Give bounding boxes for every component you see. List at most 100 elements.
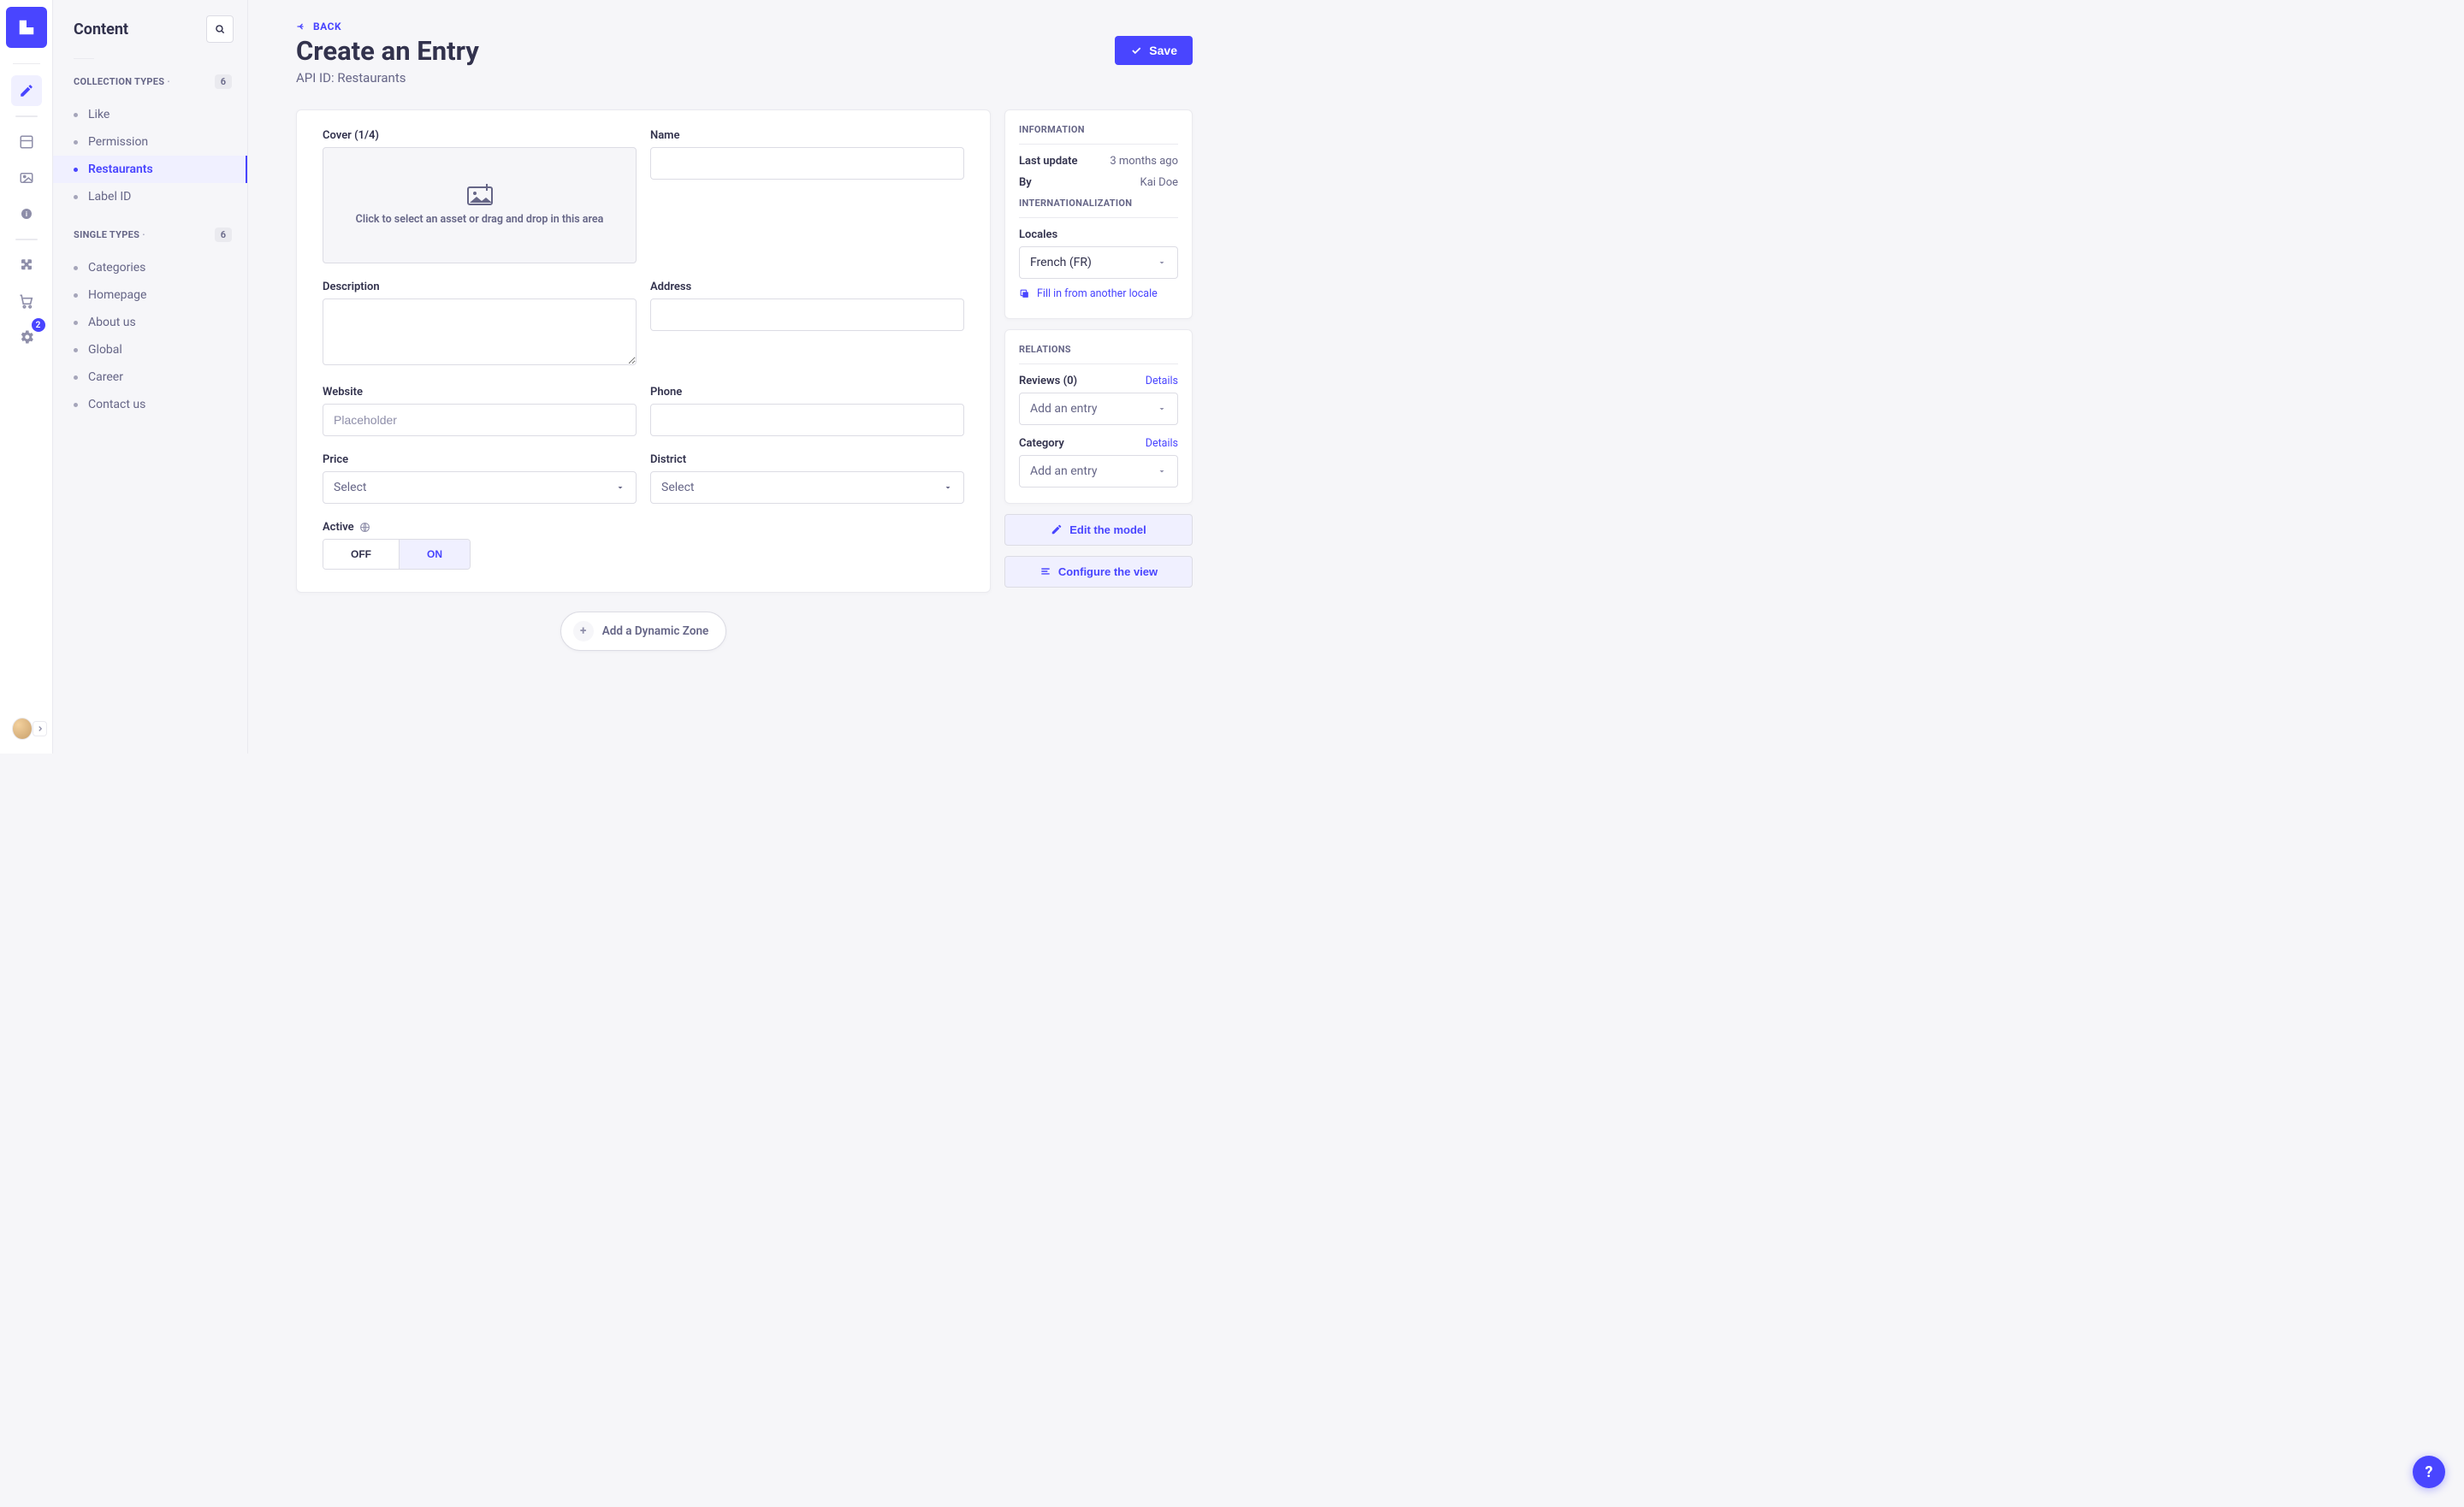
nav-rail: i 2 (0, 0, 53, 754)
collection-types-count: 6 (215, 74, 232, 89)
add-dynamic-zone-label: Add a Dynamic Zone (602, 624, 709, 638)
divider (13, 63, 40, 64)
back-link[interactable]: BACK (296, 21, 341, 33)
back-label: BACK (313, 21, 341, 33)
page-subtitle: API ID: Restaurants (296, 70, 479, 86)
entry-form: Cover (1/4) Click to select an asset or … (296, 109, 991, 593)
information-header: Information (1019, 124, 1178, 145)
content-sidebar: Content Collection Types 6 LikePermissio… (53, 0, 248, 754)
name-input[interactable] (650, 147, 964, 180)
main-content: BACK Create an Entry API ID: Restaurants… (248, 0, 1232, 754)
sidebar-item[interactable]: Restaurants (53, 156, 247, 183)
collection-types-label: Collection Types (74, 76, 170, 87)
sidebar-item-label: Restaurants (88, 163, 153, 176)
active-on-button[interactable]: ON (400, 540, 470, 569)
page-title: Create an Entry (296, 36, 479, 67)
reviews-add-select[interactable]: Add an entry (1019, 393, 1178, 425)
sidebar-item-label: Global (88, 343, 122, 357)
locale-value: French (FR) (1030, 256, 1092, 269)
district-label: District (650, 453, 964, 466)
collection-list: Like Permission Restaurants Label ID (53, 94, 247, 222)
by-value: Kai Doe (1140, 176, 1178, 189)
sidebar-item-label: Contact us (88, 398, 145, 411)
information-card: Information Last update 3 months ago By … (1004, 109, 1193, 319)
website-label: Website (323, 386, 637, 399)
category-add-select[interactable]: Add an entry (1019, 455, 1178, 488)
nav-gap (15, 115, 38, 117)
locales-label: Locales (1019, 228, 1178, 241)
plus-icon: + (573, 621, 594, 641)
last-update-value: 3 months ago (1110, 155, 1178, 168)
by-label: By (1019, 176, 1032, 189)
district-value: Select (661, 481, 694, 494)
bullet-icon (74, 293, 78, 298)
expand-rail-button[interactable] (33, 721, 47, 736)
copy-icon (1019, 288, 1030, 299)
sidebar-item[interactable]: Global (53, 336, 247, 363)
sidebar-item[interactable]: Categories (53, 254, 247, 281)
active-label: Active (323, 521, 354, 534)
configure-view-label: Configure the view (1058, 565, 1158, 578)
nav-media-icon[interactable] (11, 163, 42, 193)
sidebar-item[interactable]: Career (53, 363, 247, 391)
relations-header: Relations (1019, 344, 1178, 364)
svg-text:i: i (25, 210, 27, 219)
sidebar-item-label: Categories (88, 261, 145, 275)
chevron-down-icon (943, 482, 953, 493)
last-update-label: Last update (1019, 155, 1078, 168)
configure-view-button[interactable]: Configure the view (1004, 556, 1193, 588)
save-button[interactable]: Save (1115, 36, 1193, 65)
user-avatar[interactable] (12, 718, 33, 740)
reviews-details-link[interactable]: Details (1146, 375, 1178, 387)
phone-input[interactable] (650, 404, 964, 436)
sidebar-item[interactable]: Homepage (53, 281, 247, 309)
district-select[interactable]: Select (650, 471, 964, 504)
phone-label: Phone (650, 386, 964, 399)
chevron-down-icon (1157, 404, 1167, 414)
single-types-label: Single Types (74, 229, 145, 240)
help-button[interactable]: ? (2413, 1456, 2445, 1488)
single-types-count: 6 (215, 228, 232, 242)
cover-dropzone[interactable]: Click to select an asset or drag and dro… (323, 147, 637, 263)
active-toggle: OFF ON (323, 539, 471, 570)
nav-content-icon[interactable] (11, 75, 42, 106)
price-label: Price (323, 453, 637, 466)
chevron-down-icon (1157, 466, 1167, 476)
website-input[interactable] (323, 404, 637, 436)
nav-plugins-icon[interactable] (11, 250, 42, 281)
chevron-down-icon (615, 482, 625, 493)
sidebar-item-label: Homepage (88, 288, 146, 302)
locale-select[interactable]: French (FR) (1019, 246, 1178, 279)
reviews-label: Reviews (0) (1019, 375, 1077, 387)
category-details-link[interactable]: Details (1146, 437, 1178, 450)
add-dynamic-zone-button[interactable]: + Add a Dynamic Zone (560, 612, 727, 651)
nav-info-icon[interactable]: i (11, 198, 42, 229)
active-off-button[interactable]: OFF (323, 540, 400, 569)
sidebar-item[interactable]: Permission (53, 128, 247, 156)
category-label: Category (1019, 437, 1064, 450)
nav-settings-icon[interactable]: 2 (11, 322, 42, 352)
nav-marketplace-icon[interactable] (11, 286, 42, 316)
sidebar-item[interactable]: Contact us (53, 391, 247, 418)
sidebar-item[interactable]: Label ID (53, 183, 247, 210)
bullet-icon (74, 266, 78, 270)
sidebar-item[interactable]: Like (53, 101, 247, 128)
app-logo[interactable] (6, 7, 47, 48)
address-input[interactable] (650, 298, 964, 331)
bullet-icon (74, 168, 78, 172)
edit-model-button[interactable]: Edit the model (1004, 514, 1193, 546)
price-select[interactable]: Select (323, 471, 637, 504)
nav-builder-icon[interactable] (11, 127, 42, 157)
i18n-header: Internationalization (1019, 198, 1178, 218)
sidebar-item-label: Like (88, 108, 110, 121)
add-entry-label: Add an entry (1030, 464, 1097, 478)
bullet-icon (74, 321, 78, 325)
search-button[interactable] (206, 15, 234, 43)
description-label: Description (323, 281, 637, 293)
fill-link-label: Fill in from another locale (1037, 287, 1158, 300)
address-label: Address (650, 281, 964, 293)
description-input[interactable] (323, 298, 637, 365)
dropzone-text: Click to select an asset or drag and dro… (356, 213, 604, 228)
fill-from-locale-link[interactable]: Fill in from another locale (1019, 287, 1158, 300)
sidebar-item[interactable]: About us (53, 309, 247, 336)
